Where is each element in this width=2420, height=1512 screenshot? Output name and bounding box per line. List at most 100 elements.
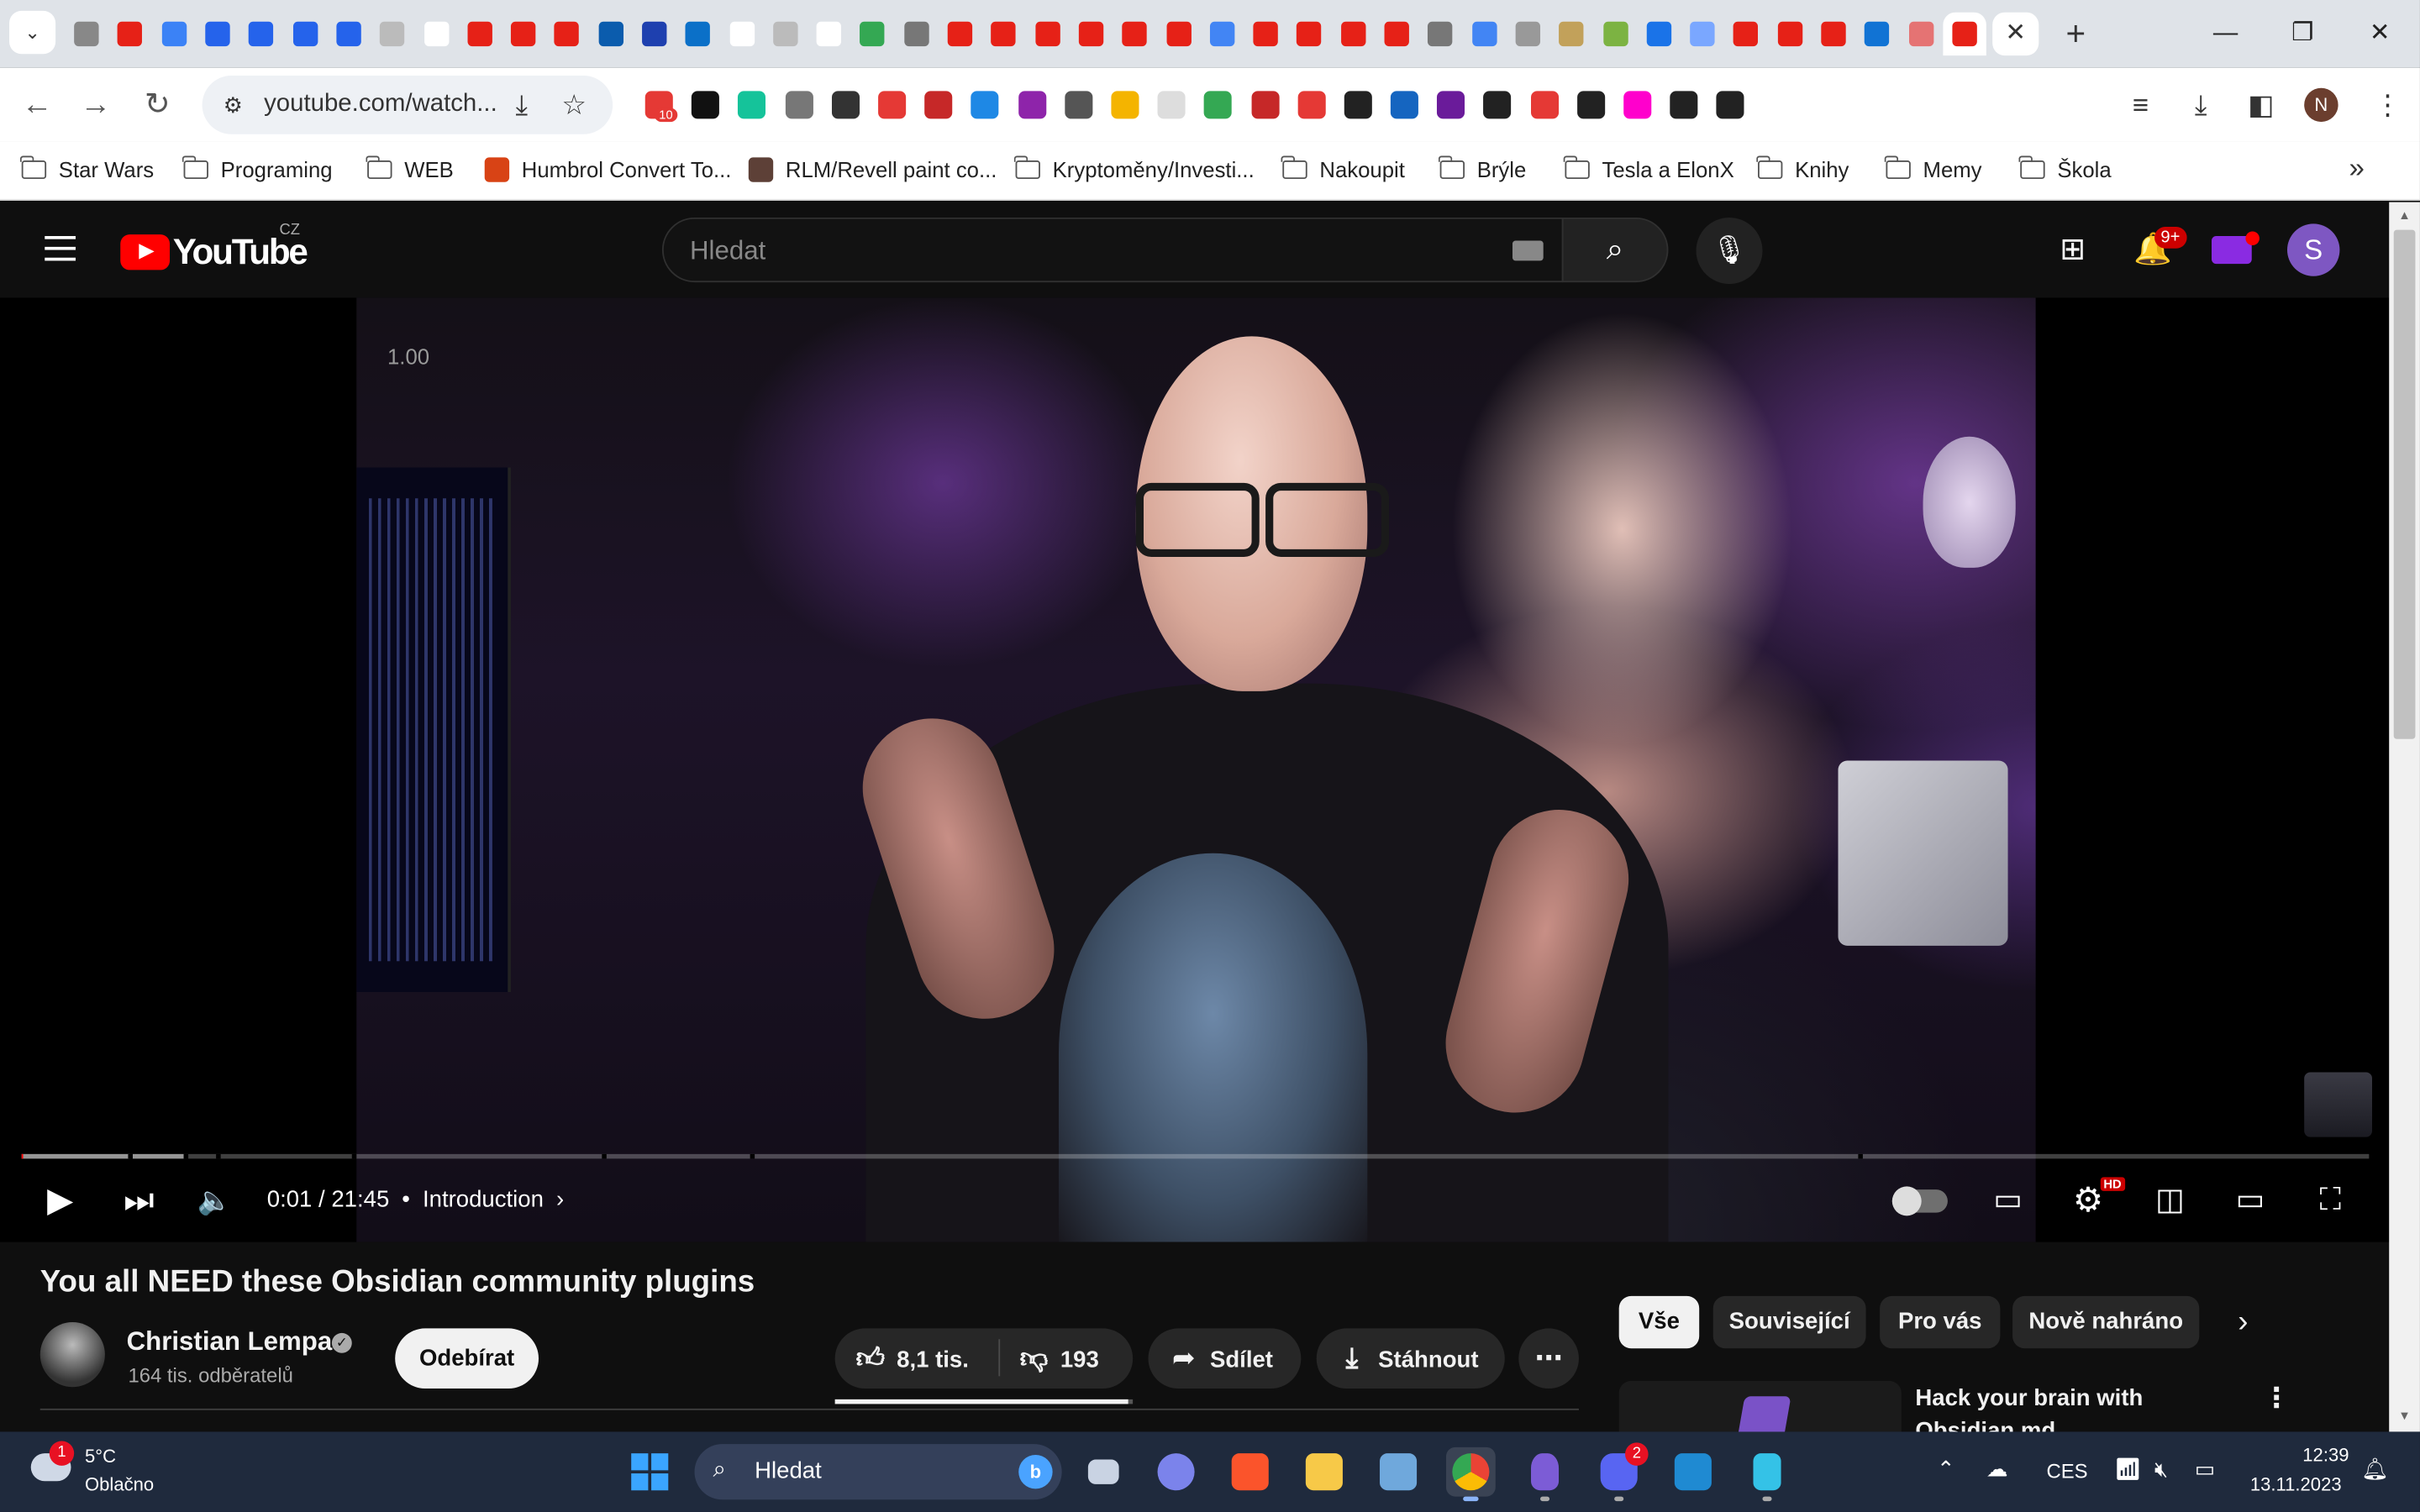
clock-date[interactable]: 13.11.2023 [2250, 1473, 2342, 1495]
onedrive-cloud-icon[interactable]: ☁ [1986, 1457, 2008, 1483]
tab-favicon-icon[interactable] [676, 13, 720, 55]
tab-favicon-icon[interactable] [808, 13, 851, 55]
back-arrow-icon[interactable]: ← [15, 83, 58, 126]
tab-favicon-icon[interactable] [720, 13, 764, 55]
extension-icon[interactable] [1055, 87, 1102, 123]
tab-favicon-icon[interactable] [1375, 13, 1418, 55]
progress-bar[interactable] [21, 1153, 2370, 1159]
tab-favicon-icon[interactable] [1549, 13, 1593, 55]
tab-search-chevron-icon[interactable]: ⌄ [9, 10, 56, 55]
page-scrollbar[interactable]: ▲ ▼ [2389, 202, 2420, 1432]
extension-icon[interactable] [1661, 87, 1707, 123]
media-control-icon[interactable]: ≡ [2121, 87, 2161, 123]
tab-favicon-icon[interactable] [1462, 13, 1506, 55]
subtitles-icon[interactable]: ▭ [1985, 1177, 2031, 1223]
extension-icon[interactable] [682, 87, 729, 123]
tab-favicon-icon[interactable] [895, 13, 939, 55]
close-tab-icon[interactable]: ✕ [1992, 12, 2039, 56]
extension-icon[interactable] [1195, 87, 1241, 123]
voice-search-mic-icon[interactable]: 🎙 [1696, 217, 1763, 284]
like-button[interactable]: 👍︎ 8,1 tis. [854, 1328, 969, 1389]
wifi-icon[interactable]: 📶︎ [2114, 1457, 2142, 1483]
bookmark-folder[interactable]: Nakoupit [1281, 155, 1405, 186]
tab-favicon-icon[interactable] [1942, 12, 1986, 56]
channel-name[interactable]: Christian Lempa [127, 1327, 333, 1358]
channel-watermark[interactable] [2304, 1072, 2373, 1137]
brave-browser-icon[interactable] [1225, 1447, 1275, 1497]
tab-favicon-icon[interactable] [327, 13, 371, 55]
reload-icon[interactable]: ↻ [136, 83, 179, 126]
tab-favicon-icon[interactable] [1287, 13, 1331, 55]
extension-icon[interactable] [1288, 87, 1334, 123]
tab-favicon-icon[interactable] [1200, 13, 1244, 55]
play-button[interactable]: ▶ [37, 1177, 83, 1223]
tab-favicon-icon[interactable] [1026, 13, 1070, 55]
task-view-icon[interactable] [1079, 1447, 1128, 1497]
taskbar-search-input[interactable]: ⌕ Hledat b [694, 1444, 1062, 1500]
miniplayer-icon[interactable]: ◫ [2147, 1177, 2193, 1223]
tab-favicon-icon[interactable] [152, 13, 196, 55]
extension-icon[interactable] [1334, 87, 1381, 123]
tab-favicon-icon[interactable] [1070, 13, 1113, 55]
tab-favicon-icon[interactable] [1768, 13, 1812, 55]
chrome-taskbar-icon[interactable] [1445, 1446, 1496, 1502]
tab-favicon-icon[interactable] [65, 13, 108, 55]
bookmark-folder[interactable]: Programing [182, 155, 333, 186]
bookmark-folder[interactable]: WEB [366, 155, 454, 186]
volume-icon[interactable]: 🔈 [192, 1177, 238, 1223]
obsidian-icon[interactable] [1520, 1447, 1570, 1502]
bookmark-folder[interactable]: Kryptoměny/Investi... [1014, 155, 1255, 186]
tab-favicon-icon[interactable] [1637, 13, 1681, 55]
chapter-title[interactable]: Introduction [423, 1186, 544, 1212]
weather-temperature[interactable]: 5°C [85, 1446, 116, 1467]
tab-favicon-icon[interactable] [1593, 13, 1637, 55]
extension-icon[interactable] [1568, 87, 1614, 123]
share-button[interactable]: ➦ Sdílet [1148, 1328, 1302, 1389]
tab-favicon-icon[interactable] [1899, 13, 1943, 55]
extension-icon[interactable] [1707, 87, 1754, 123]
extension-icon[interactable] [1614, 87, 1660, 123]
windows-start-icon[interactable] [631, 1453, 669, 1491]
chips-next-chevron-icon[interactable]: › [2238, 1305, 2248, 1341]
recommendation-more-icon[interactable]: ⋮ [2263, 1383, 2291, 1415]
filter-chip[interactable]: Pro vás [1880, 1295, 2001, 1349]
address-bar[interactable]: ⚙ youtube.com/watch... ⤓ ☆ [202, 75, 613, 134]
tab-favicon-icon[interactable] [1418, 13, 1462, 55]
extension-icon[interactable] [1521, 87, 1567, 123]
chapter-chevron-icon[interactable]: › [556, 1186, 564, 1212]
filter-chip[interactable]: Související [1712, 1295, 1866, 1349]
notification-center-bell-icon[interactable]: 🔔︎ [2361, 1457, 2389, 1483]
bookmark-link[interactable]: Humbrol Convert To... [484, 155, 731, 186]
bookmark-star-icon[interactable]: ☆ [557, 88, 591, 122]
account-avatar[interactable]: S [2286, 223, 2340, 276]
extension-icon[interactable] [1242, 87, 1288, 123]
tab-favicon-icon[interactable] [545, 13, 589, 55]
tab-favicon-icon[interactable] [1506, 13, 1549, 55]
recommendation-title[interactable]: Hack your brain with Obsidian.md [1915, 1383, 2239, 1435]
notepad-icon[interactable] [1743, 1447, 1792, 1502]
tab-favicon-icon[interactable] [371, 13, 414, 55]
filter-chip[interactable]: Vše [1618, 1295, 1700, 1349]
photos-icon[interactable] [1374, 1447, 1423, 1497]
extension-icon[interactable] [1008, 87, 1055, 123]
filter-chip[interactable]: Nově nahráno [2012, 1295, 2200, 1349]
extension-icon[interactable] [823, 87, 869, 123]
tab-favicon-icon[interactable] [1331, 13, 1375, 55]
keyboard-icon[interactable] [1512, 240, 1544, 261]
bookmark-folder[interactable]: Memy [1885, 155, 1982, 186]
extension-icon[interactable] [1102, 87, 1148, 123]
tab-favicon-icon[interactable] [1156, 13, 1200, 55]
vscode-icon[interactable] [1668, 1447, 1718, 1497]
teams-chat-icon[interactable] [1151, 1447, 1201, 1497]
tab-favicon-icon[interactable] [1812, 13, 1855, 55]
fullscreen-icon[interactable]: ⛶ [2307, 1177, 2354, 1223]
next-video-button[interactable]: ⏭ [116, 1177, 162, 1223]
minimize-window-icon[interactable]: — [2190, 13, 2260, 55]
extension-icon[interactable] [776, 87, 822, 123]
extension-icon[interactable] [869, 87, 915, 123]
clock-time[interactable]: 12:39 [2281, 1444, 2349, 1466]
bookmark-folder[interactable]: Star Wars [20, 155, 154, 186]
tab-favicon-icon[interactable] [851, 13, 895, 55]
bookmark-folder[interactable]: Knihy [1756, 155, 1849, 186]
restore-window-icon[interactable]: ❐ [2267, 13, 2338, 55]
